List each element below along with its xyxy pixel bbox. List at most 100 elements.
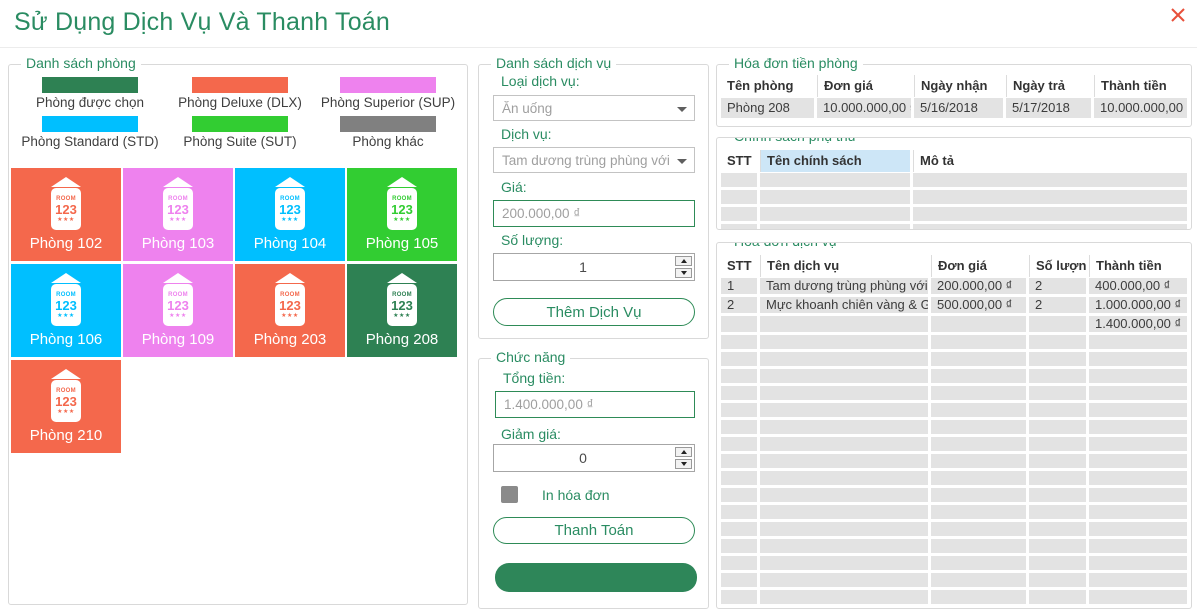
room-panel-title: Danh sách phòng (21, 55, 141, 71)
pay-button[interactable]: Thanh Toán (493, 517, 695, 544)
discount-value: 0 (494, 445, 672, 471)
room-icon-number: 123 (391, 299, 413, 312)
spin-up-button[interactable] (675, 447, 692, 457)
room-card-icon: ROOM123★★★ (51, 284, 81, 326)
arrow-down-icon (681, 462, 687, 466)
legend-item: Phòng khác (315, 116, 461, 149)
column-header[interactable]: STT (721, 150, 757, 172)
spin-up-button[interactable] (675, 256, 692, 266)
room-icon-text: ROOM (280, 196, 300, 202)
table-row-empty (721, 437, 1187, 451)
table-cell: Tam dương trùng phùng với... (760, 278, 928, 294)
quantity-stepper[interactable]: 1 (493, 253, 695, 281)
total-field[interactable]: 1.400.000,00 ₫ (495, 391, 695, 418)
table-row[interactable]: Phòng 20810.000.000,00 ₫5/16/20185/17/20… (721, 98, 1187, 118)
table-cell-empty (931, 335, 1026, 349)
service-invoice-panel: Hóa đơn dịch vụ STTTên dịch vụĐơn giáSố … (716, 242, 1192, 609)
table-cell: 1 (721, 278, 757, 294)
service-select[interactable]: Tam dương trùng phùng với (493, 147, 695, 173)
room-tile[interactable]: ROOM123★★★Phòng 103 (123, 168, 233, 261)
table-row[interactable]: 1.400.000,00 ₫ (721, 316, 1187, 332)
function-panel-title: Chức năng (491, 349, 570, 365)
column-header[interactable]: Tên phòng (721, 75, 814, 97)
legend-item: Phòng Deluxe (DLX) (165, 77, 315, 110)
table-cell-empty (931, 556, 1026, 570)
table-row-empty (721, 190, 1187, 204)
column-header[interactable]: Đơn giá (817, 75, 911, 97)
column-header[interactable]: Tên dịch vụ (760, 255, 928, 277)
table-row-empty (721, 224, 1187, 230)
print-invoice-label: In hóa đơn (542, 487, 610, 503)
table-row-empty (721, 386, 1187, 400)
room-icon-number: 123 (55, 203, 77, 216)
table-row[interactable]: 1Tam dương trùng phùng với...200.000,00 … (721, 278, 1187, 294)
spin-down-button[interactable] (675, 459, 692, 469)
room-icon-number: 123 (55, 395, 77, 408)
table-cell: 2 (721, 297, 757, 313)
table-cell-empty (931, 488, 1026, 502)
column-header[interactable]: Ngày trả (1006, 75, 1091, 97)
table-cell-empty (913, 173, 1187, 187)
table-cell-empty (721, 573, 757, 587)
column-header[interactable]: Thành tiền (1089, 255, 1187, 277)
table-cell-empty (721, 335, 757, 349)
add-service-button[interactable]: Thêm Dịch Vụ (493, 298, 695, 326)
table-row-empty (721, 369, 1187, 383)
table-cell-empty (721, 207, 757, 221)
room-icon: ROOM123★★★ (275, 273, 305, 326)
price-field[interactable]: 200.000,00 ₫ (493, 200, 695, 227)
table-cell-empty (1089, 556, 1187, 570)
service-type-select[interactable]: Ăn uống (493, 95, 695, 121)
table-cell-empty (721, 403, 757, 417)
room-icon-number: 123 (391, 203, 413, 216)
table-cell-empty (1029, 573, 1086, 587)
service-type-value: Ăn uống (502, 101, 694, 116)
table-row[interactable]: 2Mực khoanh chiên vàng & G...500.000,00 … (721, 297, 1187, 313)
table-cell-empty (1029, 454, 1086, 468)
table-cell-empty (721, 369, 757, 383)
table-cell-empty (721, 539, 757, 553)
service-invoice-title: Hóa đơn dịch vụ (729, 242, 842, 249)
close-button[interactable] (1169, 6, 1187, 24)
room-tile[interactable]: ROOM123★★★Phòng 109 (123, 264, 233, 357)
legend-label: Phòng Deluxe (DLX) (178, 95, 302, 110)
roof-icon (275, 273, 305, 283)
room-tile[interactable]: ROOM123★★★Phòng 210 (11, 360, 121, 453)
room-tile[interactable]: ROOM123★★★Phòng 106 (11, 264, 121, 357)
room-tile[interactable]: ROOM123★★★Phòng 105 (347, 168, 457, 261)
column-header[interactable]: Ngày nhận (914, 75, 1003, 97)
column-header[interactable]: Đơn giá (931, 255, 1026, 277)
room-tile[interactable]: ROOM123★★★Phòng 104 (235, 168, 345, 261)
room-tile-label: Phòng 203 (254, 331, 327, 348)
room-tile[interactable]: ROOM123★★★Phòng 102 (11, 168, 121, 261)
room-icon-number: 123 (279, 299, 301, 312)
column-header[interactable]: Số lượng (1029, 255, 1086, 277)
room-icon-stars: ★★★ (281, 313, 299, 319)
column-header[interactable]: Mô tả (913, 150, 1187, 172)
column-header[interactable]: Thành tiền (1094, 75, 1187, 97)
room-icon: ROOM123★★★ (387, 177, 417, 230)
table-cell-empty (931, 403, 1026, 417)
roof-icon (163, 273, 193, 283)
table-row-empty (721, 352, 1187, 366)
service-list-panel: Danh sách dịch vụ Loại dịch vụ: Ăn uống … (478, 64, 709, 339)
column-header[interactable]: STT (721, 255, 757, 277)
table-cell-empty (1029, 556, 1086, 570)
room-tile[interactable]: ROOM123★★★ Phòng 203 (235, 264, 345, 357)
legend-label: Phòng Suite (SUT) (183, 134, 296, 149)
room-tile-label: Phòng 210 (30, 427, 103, 444)
green-filled-button[interactable] (495, 563, 697, 592)
discount-stepper[interactable]: 0 (493, 444, 695, 472)
table-cell-empty (721, 488, 757, 502)
service-label: Dịch vụ: (501, 126, 552, 142)
table-header-row: STTTên dịch vụĐơn giáSố lượngThành tiền (721, 255, 1187, 277)
room-tile-label: Phòng 103 (142, 235, 215, 252)
room-tile[interactable]: ROOM123★★★Phòng 208 (347, 264, 457, 357)
print-invoice-checkbox[interactable] (501, 486, 518, 503)
legend-swatch (192, 77, 288, 93)
table-cell-empty (721, 437, 757, 451)
table-cell-empty (721, 454, 757, 468)
column-header[interactable]: Tên chính sách (760, 150, 910, 172)
room-icon-stars: ★★★ (57, 313, 75, 319)
spin-down-button[interactable] (675, 268, 692, 278)
